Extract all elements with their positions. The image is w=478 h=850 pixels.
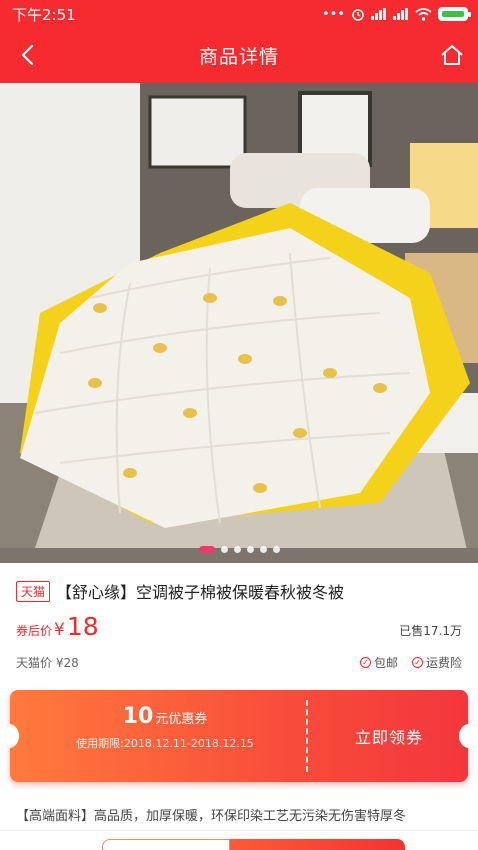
original-price: 天猫价 ¥28 (16, 656, 79, 670)
buy-button[interactable] (230, 839, 405, 850)
signal-icon (393, 8, 408, 20)
carousel-dot (272, 546, 280, 553)
share-button[interactable] (102, 839, 230, 850)
chevron-left-icon (21, 44, 34, 66)
price-label: 券后价 (16, 624, 53, 638)
back-button[interactable] (10, 38, 44, 72)
check-icon: ✓ (359, 657, 371, 668)
free-shipping-badge: ✓ 包邮 (359, 654, 398, 671)
page-title: 商品详情 (198, 46, 279, 68)
status-time: 下午2:51 (12, 5, 76, 24)
home-button[interactable] (434, 38, 470, 72)
carousel-indicator (0, 546, 478, 553)
service-badges: ✓ 包邮 ✓ 运费险 (359, 654, 462, 671)
carousel-dot (220, 546, 228, 553)
product-image (0, 83, 478, 563)
currency-symbol: ¥ (54, 620, 65, 640)
meta-row: 天猫价 ¥28 ✓ 包邮 ✓ 运费险 (16, 654, 462, 671)
sold-count: 已售17.1万 (399, 624, 462, 638)
platform-tag: 天猫 (16, 580, 51, 602)
coupon-amount: 10 元优惠券 (30, 704, 300, 729)
price-row: 券后价 ¥ 18 已售17.1万 (16, 612, 462, 641)
alarm-icon (352, 9, 364, 21)
shipping-insurance-badge: ✓ 运费险 (411, 654, 462, 671)
badge-label: 包邮 (373, 656, 398, 670)
status-icons: ••• (321, 6, 471, 22)
top-bar: 下午2:51 ••• 商品详情 (0, 0, 478, 83)
product-image-carousel[interactable] (0, 83, 478, 563)
check-icon: ✓ (411, 657, 423, 668)
claim-coupon-button[interactable]: 立即领券 (310, 690, 468, 782)
price-value: 18 (66, 612, 99, 641)
status-bar: 下午2:51 ••• (0, 0, 478, 28)
coupon-period: 使用期限:2018.12.11-2018.12.15 (76, 737, 254, 750)
carousel-dot (246, 546, 254, 553)
carousel-dot (198, 546, 215, 553)
coupon-price: 券后价 ¥ 18 (16, 612, 99, 641)
carousel-dot (233, 546, 241, 553)
coupon-card[interactable]: 10 元优惠券 使用期限:2018.12.11-2018.12.15 立即领券 (0, 690, 478, 782)
battery-charging-icon (438, 7, 471, 21)
carousel-dot (259, 546, 267, 553)
coupon-info: 10 元优惠券 使用期限:2018.12.11-2018.12.15 (30, 704, 300, 751)
bottom-action-bar (0, 830, 478, 850)
wifi-icon (415, 7, 432, 21)
signal-icon (371, 8, 386, 20)
coupon-value: 10 (122, 704, 154, 729)
dots-icon: ••• (321, 6, 345, 22)
product-title: 【舒心缘】空调被子棉被保暖春秋被冬被 (56, 583, 345, 602)
coupon-divider (306, 700, 308, 772)
coupon-suffix: 元优惠券 (155, 712, 208, 727)
home-icon (441, 45, 463, 65)
product-detail-page: 下午2:51 ••• 商品详情 天猫 【舒心缘】空调被子棉被保暖春秋被冬被 券后… (0, 0, 478, 850)
nav-bar: 商品详情 (0, 28, 478, 83)
badge-label: 运费险 (425, 656, 462, 670)
product-description: 【高端面料】高品质，加厚保暖，环保印染工艺无污染无伤害特厚冬 (16, 809, 407, 824)
product-title-row: 天猫 【舒心缘】空调被子棉被保暖春秋被冬被 (16, 579, 466, 603)
